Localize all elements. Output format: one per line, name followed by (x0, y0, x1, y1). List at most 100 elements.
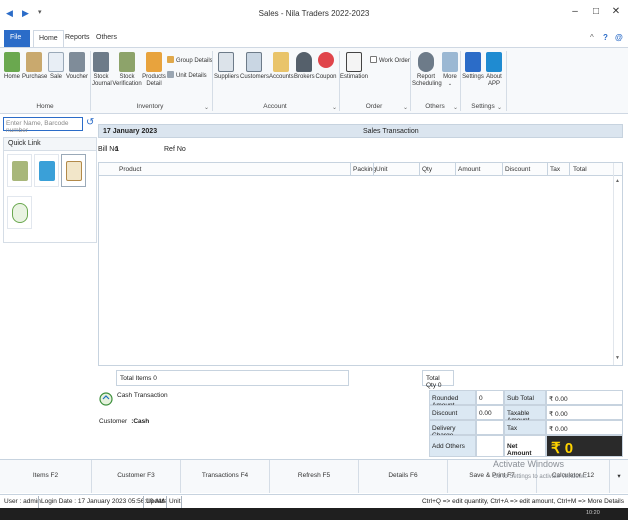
activate-windows-watermark: Activate Windows (493, 459, 565, 469)
group-separator (90, 51, 91, 111)
status-separator (38, 496, 39, 508)
more-actions-dropdown-icon[interactable]: ▾ (610, 460, 628, 493)
cash-transaction-icon[interactable] (99, 391, 113, 407)
group-label-account: Account (263, 103, 287, 110)
scroll-up-icon[interactable]: ▲ (615, 178, 620, 184)
settings-expand-icon[interactable]: ⌄ (497, 104, 502, 111)
customer-button[interactable]: Customer F3 (92, 460, 181, 493)
group-separator (506, 51, 507, 111)
status-update[interactable]: Update (146, 498, 167, 505)
quick-link-sync-tile[interactable] (7, 196, 32, 229)
status-separator (143, 496, 144, 508)
about-app-button[interactable]: About APP (485, 52, 503, 88)
details-button[interactable]: Details F6 (359, 460, 448, 493)
os-taskbar: 10:20 (0, 508, 628, 520)
column-header-tax: Tax (550, 166, 561, 173)
product-grid[interactable]: Product Packing Unit Qty Amount Discount… (98, 162, 623, 366)
coupon-button[interactable]: Coupon (315, 52, 337, 81)
quick-link-notes-tile[interactable] (61, 154, 86, 187)
ribbon-tabs: File Home Reports Others ^ ? @ (0, 30, 628, 47)
close-button[interactable]: ✕ (607, 6, 625, 20)
tax-label: Tax (504, 420, 546, 435)
status-user: User : admin (4, 498, 41, 505)
report-scheduling-icon (418, 52, 434, 72)
tab-others[interactable]: Others (96, 34, 117, 41)
stock-journal-button[interactable]: Stock Journal (92, 52, 112, 88)
delivery-charge-value[interactable] (476, 420, 504, 435)
group-label-order: Order (365, 103, 383, 110)
customers-icon (245, 52, 262, 72)
tab-reports[interactable]: Reports (65, 34, 90, 41)
others-expand-icon[interactable]: ⌄ (453, 104, 458, 111)
grid-scrollbar[interactable]: ▲ ▼ (613, 163, 622, 365)
taskbar-clock: 10:20 (586, 510, 600, 516)
accounts-icon (273, 52, 289, 72)
products-detail-button[interactable]: Products Detail (142, 52, 166, 88)
status-unit[interactable]: Unit (169, 498, 181, 505)
search-input[interactable]: Enter Name, Barcode number (3, 117, 83, 134)
restore-button[interactable]: □ (587, 6, 605, 20)
unit-details-button[interactable]: Unit Details (167, 71, 207, 79)
report-scheduling-button[interactable]: Report Scheduling (412, 52, 442, 88)
rounded-amount-label: Rounded Amount (429, 390, 476, 409)
column-header-qty: Qty (422, 166, 433, 173)
inventory-expand-icon[interactable]: ⌄ (204, 104, 209, 111)
refresh-button[interactable]: Refresh F5 (270, 460, 359, 493)
scroll-down-icon[interactable]: ▼ (615, 355, 620, 361)
settings-button[interactable]: Settings (462, 52, 484, 81)
net-amount-label: Net Amount (504, 435, 546, 457)
work-order-button[interactable]: Work Order (370, 56, 410, 64)
total-items: Total Items 0 (116, 370, 349, 386)
estimation-button[interactable]: Estimation (340, 52, 368, 81)
transactions-button[interactable]: Transactions F4 (181, 460, 270, 493)
title-bar: ◀ ▶ ▾ Sales - Nila Traders 2022-2023 – □… (0, 0, 628, 26)
transaction-title: Sales Transaction (363, 128, 419, 135)
customer-value[interactable]: :Cash (131, 418, 149, 425)
group-label-home: Home (36, 103, 54, 110)
tab-home[interactable]: Home (33, 30, 64, 47)
purchase-button[interactable]: Purchase (22, 52, 47, 81)
collapse-ribbon-icon[interactable]: ^ (590, 33, 594, 42)
brokers-button[interactable]: Brokers (294, 52, 315, 81)
bill-no-value[interactable]: 1 (115, 146, 119, 153)
products-detail-icon (146, 52, 162, 72)
tab-file[interactable]: File (4, 30, 30, 47)
customers-button[interactable]: Customers (240, 52, 269, 81)
accounts-button[interactable]: Accounts (269, 52, 294, 81)
add-others-label: Add Others (429, 435, 476, 457)
account-expand-icon[interactable]: ⌄ (332, 104, 337, 111)
bill-row: Bill No 1 Ref No (98, 146, 623, 158)
home-icon (4, 52, 20, 72)
more-dropdown-icon: ⌄ (447, 81, 453, 87)
quick-link-title: Quick Link (4, 138, 96, 151)
order-expand-icon[interactable]: ⌄ (403, 104, 408, 111)
about-icon[interactable]: @ (615, 33, 623, 42)
column-divider (455, 163, 456, 176)
voucher-button[interactable]: Voucher (65, 52, 89, 81)
group-separator (460, 51, 461, 111)
coupon-icon (318, 52, 334, 68)
minimize-button[interactable]: – (566, 6, 584, 20)
column-divider (547, 163, 548, 176)
discount-value[interactable]: 0.00 (476, 405, 504, 420)
sub-total-value: ₹ 0.00 (546, 390, 623, 405)
items-button[interactable]: Items F2 (0, 460, 92, 493)
group-details-button[interactable]: Group Details (167, 56, 213, 64)
cash-transaction-label[interactable]: Cash Transaction (117, 392, 168, 399)
reset-search-icon[interactable]: ↺ (86, 117, 94, 128)
quick-link-cash-tile[interactable] (7, 154, 32, 187)
add-others-value[interactable] (476, 435, 504, 457)
notes-icon (66, 161, 82, 181)
help-icon[interactable]: ? (603, 33, 608, 42)
column-header-product: Product (119, 166, 142, 173)
quick-link-card-tile[interactable] (34, 154, 59, 187)
more-button[interactable]: More ⌄ (441, 52, 459, 88)
stock-verification-button[interactable]: Stock Verification (112, 52, 142, 88)
rounded-amount-value[interactable]: 0 (476, 390, 504, 405)
total-qty: Total Qty 0 (422, 370, 454, 389)
column-divider (350, 163, 351, 176)
sale-button[interactable]: Sale (48, 52, 64, 81)
suppliers-button[interactable]: Suppliers (214, 52, 239, 81)
home-button[interactable]: Home (3, 52, 21, 81)
activate-windows-subtext: Go to Settings to activate Windows. (493, 474, 588, 480)
